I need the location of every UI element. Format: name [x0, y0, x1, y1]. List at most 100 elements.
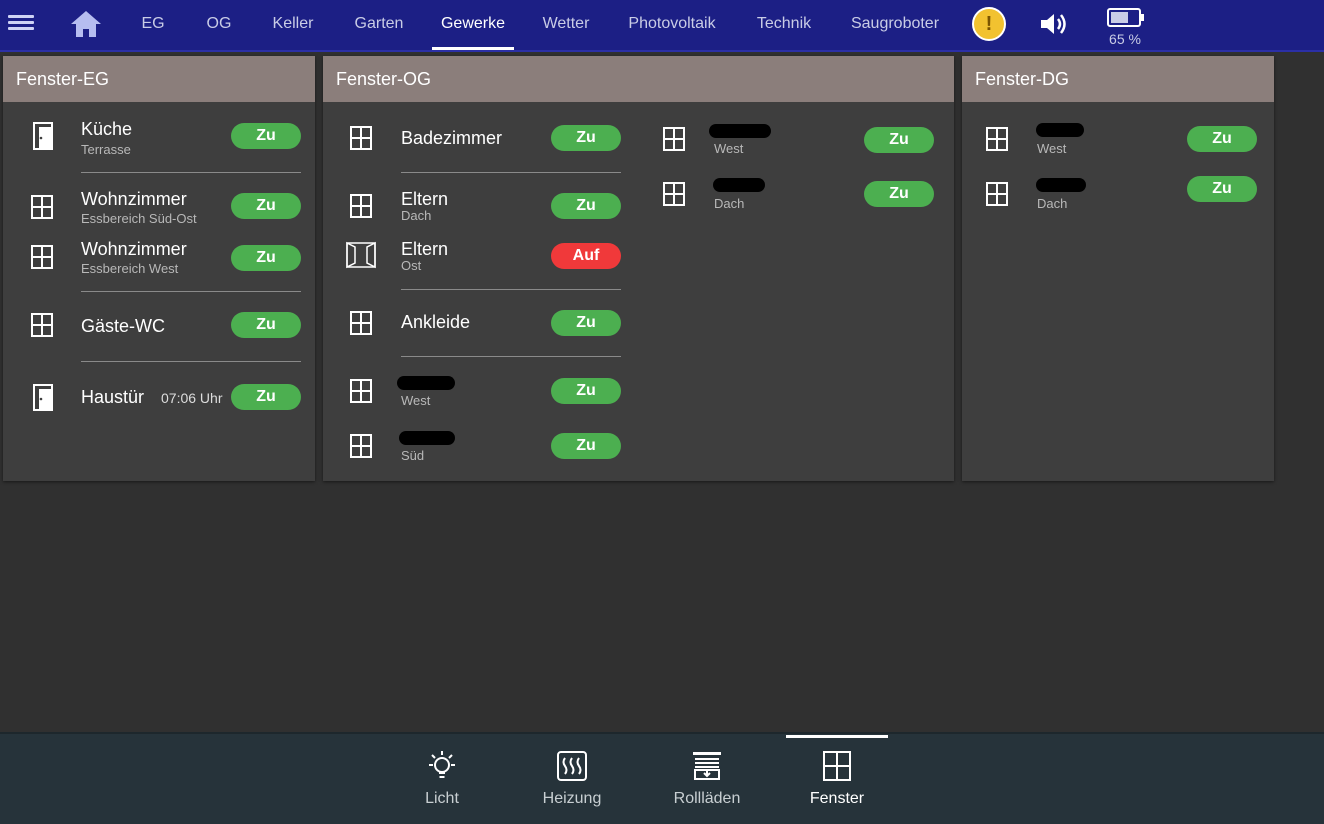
- status-badge: Zu: [551, 310, 621, 336]
- item-title: Ankleide: [401, 312, 471, 332]
- window-icon: [661, 179, 687, 209]
- item-title: Wohnzimmer: [81, 189, 187, 209]
- redacted-title: [1036, 123, 1084, 137]
- window-icon: [29, 192, 55, 222]
- panel-title: Fenster-DG: [962, 56, 1274, 102]
- item-subtitle: Dach: [714, 196, 745, 211]
- item-title: Eltern: [401, 239, 449, 259]
- item-title: Wohnzimmer: [81, 239, 187, 259]
- divider: [81, 172, 301, 173]
- window-open-icon: [345, 240, 377, 270]
- nav-tab-technik[interactable]: Technik: [748, 0, 820, 50]
- status-badge: Zu: [551, 125, 621, 151]
- heating-icon: [554, 748, 590, 784]
- list-item[interactable]: Eltern Dach Zu: [323, 186, 633, 226]
- status-badge: Zu: [231, 384, 301, 410]
- list-item[interactable]: Haustür 07:06 Uhr Zu: [3, 380, 315, 414]
- status-badge: Zu: [551, 378, 621, 404]
- tab-fenster[interactable]: Fenster: [786, 734, 888, 824]
- tab-label: Licht: [425, 790, 459, 807]
- nav-tab-saugroboter[interactable]: Saugroboter: [840, 0, 950, 50]
- nav-tab-gewerke[interactable]: Gewerke: [432, 0, 514, 50]
- list-item[interactable]: West Zu: [962, 120, 1274, 158]
- nav-tab-og[interactable]: OG: [196, 0, 242, 50]
- panel-title: Fenster-OG: [323, 56, 954, 102]
- list-item[interactable]: Süd Zu: [323, 429, 633, 467]
- item-title: Haustür: [81, 387, 145, 407]
- status-badge: Zu: [1187, 176, 1257, 202]
- door-icon: [30, 121, 56, 151]
- status-badge: Zu: [1187, 126, 1257, 152]
- item-timestamp: 07:06 Uhr: [161, 390, 223, 406]
- redacted-title: [713, 178, 765, 192]
- item-subtitle: Süd: [401, 448, 425, 463]
- top-navigation-bar: EG OG Keller Garten Gewerke Wetter Photo…: [0, 0, 1324, 52]
- redacted-title: [1036, 178, 1086, 192]
- status-badge: Zu: [551, 433, 621, 459]
- divider: [401, 172, 621, 173]
- list-item[interactable]: Dach Zu: [643, 175, 943, 213]
- window-icon: [348, 431, 374, 461]
- item-title: Küche: [81, 119, 133, 139]
- window-icon: [348, 123, 374, 153]
- item-title: Eltern: [401, 189, 449, 209]
- divider: [401, 356, 621, 357]
- list-item[interactable]: West Zu: [323, 374, 633, 412]
- list-item[interactable]: Wohnzimmer Essbereich Süd-Ost Zu: [3, 186, 315, 226]
- window-icon: [348, 308, 374, 338]
- status-badge: Zu: [231, 245, 301, 271]
- list-item[interactable]: Küche Terrasse Zu: [3, 116, 315, 162]
- panel-fenster-dg: Fenster-DG West Zu Dach Zu: [962, 56, 1274, 481]
- divider: [81, 361, 301, 362]
- tab-rolllaeden[interactable]: Rollläden: [662, 734, 752, 824]
- item-subtitle: West: [401, 393, 431, 408]
- item-title: Gäste-WC: [81, 316, 166, 336]
- status-badge: Zu: [231, 312, 301, 338]
- list-item[interactable]: Wohnzimmer Essbereich West Zu: [3, 236, 315, 276]
- window-icon: [348, 376, 374, 406]
- volume-icon[interactable]: [1038, 10, 1070, 38]
- item-subtitle: Ost: [401, 258, 422, 273]
- list-item[interactable]: Dach Zu: [962, 175, 1274, 213]
- item-subtitle: Dach: [1037, 196, 1068, 211]
- nav-tab-garten[interactable]: Garten: [346, 0, 412, 50]
- window-icon: [348, 191, 374, 221]
- item-subtitle: Terrasse: [81, 142, 131, 157]
- shutter-icon: [689, 748, 725, 784]
- nav-tab-wetter[interactable]: Wetter: [534, 0, 598, 50]
- home-icon[interactable]: [68, 8, 104, 40]
- battery-level: 65 %: [1109, 31, 1141, 47]
- window-icon: [984, 124, 1010, 154]
- item-subtitle: Dach: [401, 208, 432, 223]
- nav-tab-eg[interactable]: EG: [130, 0, 176, 50]
- item-subtitle: Essbereich Süd-Ost: [81, 211, 197, 226]
- list-item[interactable]: Eltern Ost Auf: [323, 236, 633, 276]
- panel-fenster-og: Fenster-OG Badezimmer Zu Eltern Dach Zu …: [323, 56, 954, 481]
- divider: [401, 289, 621, 290]
- window-icon: [661, 124, 687, 154]
- tab-label: Heizung: [542, 790, 602, 807]
- door-icon: [30, 382, 56, 412]
- list-item[interactable]: Gäste-WC Zu: [3, 308, 315, 342]
- item-subtitle: Essbereich West: [81, 261, 179, 276]
- item-subtitle: West: [1037, 141, 1067, 156]
- nav-tab-photovoltaik[interactable]: Photovoltaik: [618, 0, 726, 50]
- list-item[interactable]: Ankleide Zu: [323, 306, 633, 340]
- list-item[interactable]: West Zu: [643, 120, 943, 158]
- alert-icon[interactable]: !: [972, 7, 1006, 41]
- status-badge: Auf: [551, 243, 621, 269]
- divider: [81, 291, 301, 292]
- list-item[interactable]: Badezimmer Zu: [323, 120, 633, 156]
- status-badge: Zu: [864, 127, 934, 153]
- window-icon: [819, 748, 855, 784]
- tab-heizung[interactable]: Heizung: [527, 734, 617, 824]
- panel-fenster-eg: Fenster-EG Küche Terrasse Zu Wohnzimmer …: [3, 56, 315, 481]
- tab-label: Fenster: [809, 790, 865, 807]
- panel-title: Fenster-EG: [3, 56, 315, 102]
- window-icon: [984, 179, 1010, 209]
- redacted-title: [399, 431, 455, 445]
- hamburger-menu-icon[interactable]: [8, 12, 38, 38]
- tab-licht[interactable]: Licht: [402, 734, 482, 824]
- status-badge: Zu: [551, 193, 621, 219]
- nav-tab-keller[interactable]: Keller: [262, 0, 324, 50]
